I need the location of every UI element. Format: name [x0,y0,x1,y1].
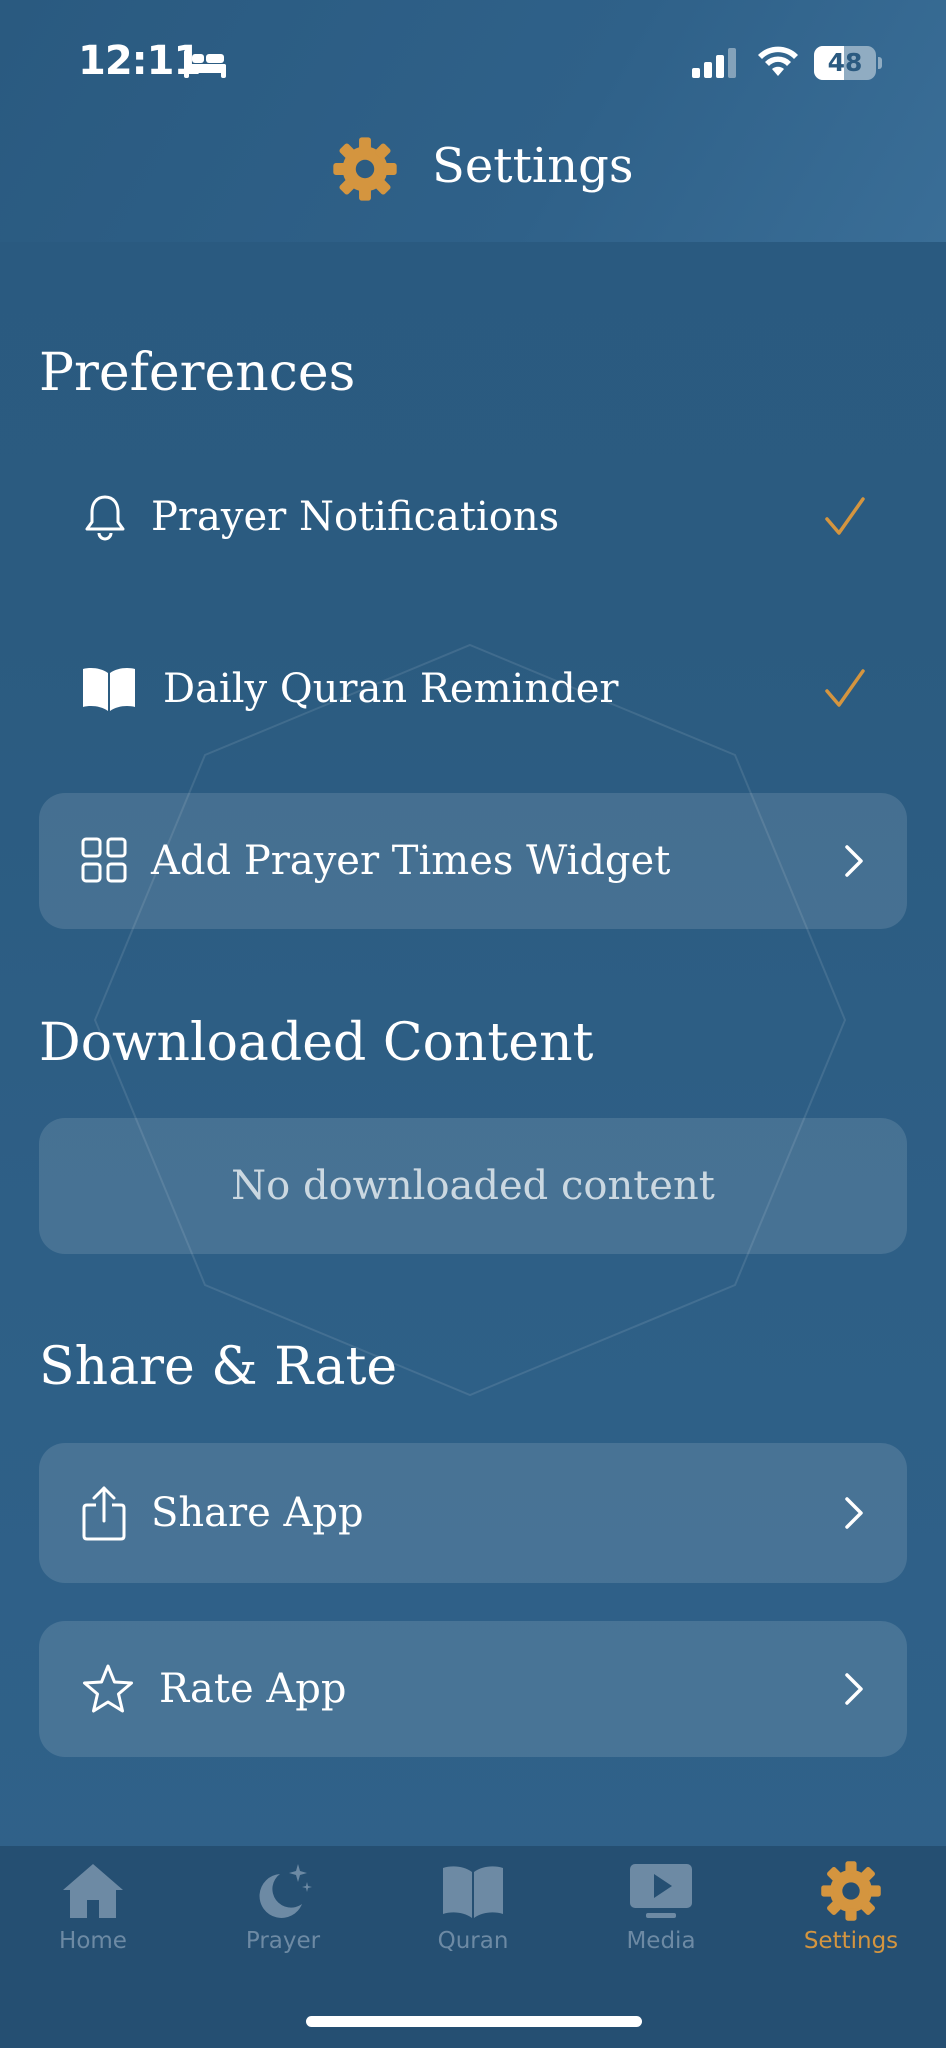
tab-home[interactable]: Home [18,1860,168,1970]
chevron-right-icon [845,1497,863,1529]
share-app-label: Share App [151,1490,364,1536]
prayer-notifications-label: Prayer Notifications [151,494,560,540]
battery-icon: 48 [814,46,882,80]
open-book-icon [83,668,135,711]
prayer-notifications-row[interactable]: Prayer Notifications [39,449,907,585]
bell-icon [85,495,125,541]
chevron-right-icon [845,845,863,877]
tab-media[interactable]: Media [586,1860,736,1970]
house-icon [63,1864,123,1918]
downloaded-content-heading: Downloaded Content [39,1013,594,1073]
tab-home-label: Home [59,1928,127,1954]
share-icon [82,1486,126,1541]
daily-quran-reminder-row[interactable]: Daily Quran Reminder [39,621,907,757]
share-app-button[interactable]: Share App [39,1443,907,1583]
share-rate-heading: Share & Rate [39,1337,398,1397]
wifi-icon [758,46,798,76]
checkmark-icon [825,497,865,535]
moon-stars-icon [259,1864,312,1918]
tab-prayer[interactable]: Prayer [208,1860,358,1970]
tab-settings[interactable]: Settings [776,1860,926,1970]
daily-quran-reminder-label: Daily Quran Reminder [163,666,619,712]
book-icon [443,1866,503,1918]
checkmark-icon [825,669,865,707]
gear-icon [333,137,397,201]
no-downloaded-content-message: No downloaded content [231,1163,715,1209]
home-indicator[interactable] [306,2016,642,2027]
chevron-right-icon [845,1673,863,1705]
bed-icon [184,50,226,78]
battery-percentage: 48 [827,48,863,77]
grid-icon [81,837,127,883]
downloaded-content-empty-card: No downloaded content [39,1118,907,1254]
add-prayer-times-widget-label: Add Prayer Times Widget [151,838,671,884]
tab-prayer-label: Prayer [245,1928,321,1954]
tab-quran-label: Quran [437,1928,509,1954]
add-prayer-times-widget-button[interactable]: Add Prayer Times Widget [39,793,907,929]
page-title: Settings [432,138,634,194]
rate-app-label: Rate App [159,1666,347,1712]
tab-media-label: Media [626,1928,696,1954]
tab-settings-label: Settings [803,1928,899,1954]
preferences-heading: Preferences [39,343,356,403]
tab-quran[interactable]: Quran [398,1860,548,1970]
header-background [0,0,946,242]
play-tv-icon [630,1864,692,1918]
gear-icon [821,1861,881,1921]
cellular-signal-icon [692,48,736,78]
star-icon [83,1664,133,1713]
rate-app-button[interactable]: Rate App [39,1621,907,1757]
